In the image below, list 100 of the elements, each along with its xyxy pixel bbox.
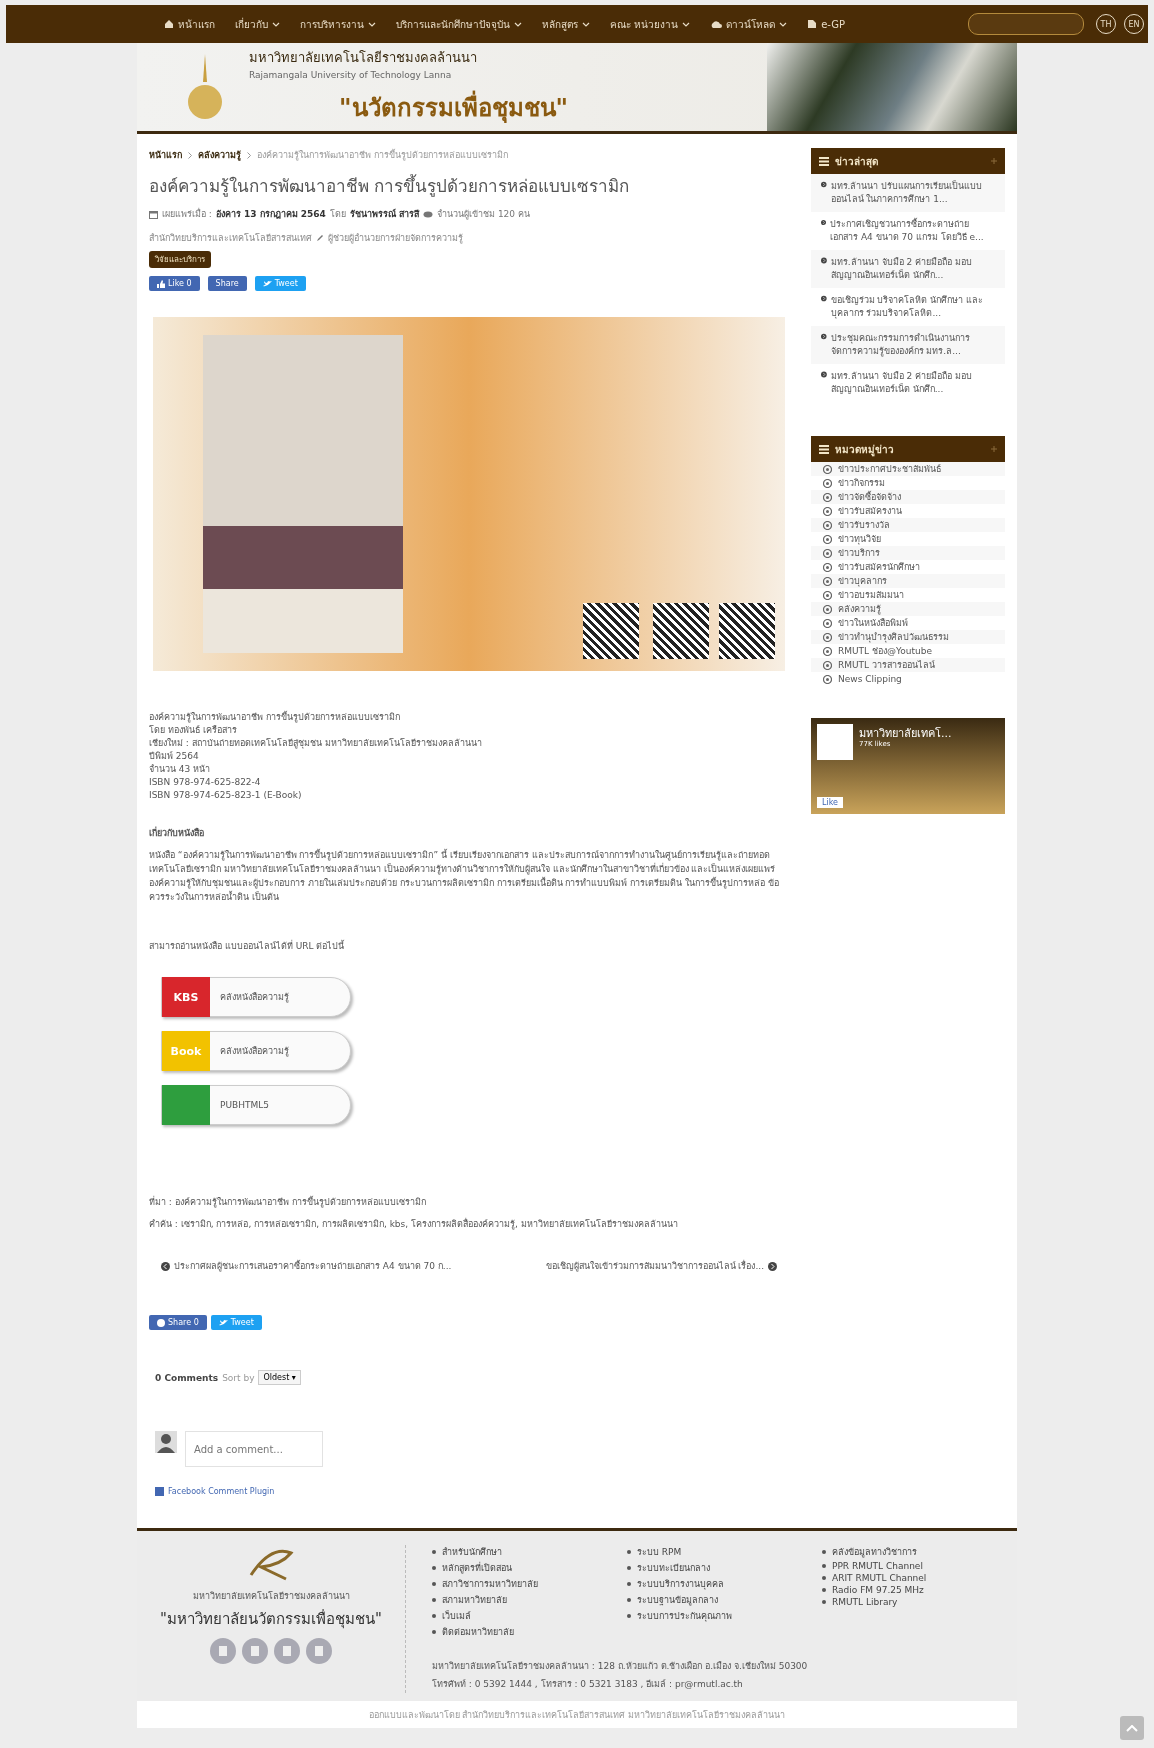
book-description: หนังสือ “องค์ความรู้ในการพัฒนาอาชีพ การขึ้นรูปด้วยการหล่อแบบเซรามิก” นี้ เรียบเรียงจากเอกสาร และประสบการณ์จากการทำงานในศูนย์การเรียนรู้และถ่ายทอดเทคโนโลยีเซรามิก มหาวิทยาลัยเทคโนโลยีราชมงคลล้านนา เป็นองค์ความรู้ทางด้านวิชาการให้กับผู้สนใจ และนักศึกษาในสาขาวิชาที่เกี่ยวข้อง และเป็นแหล่งเผยแพร่องค์ความรู้ให้กับชุมชนและผู้ประกอบการ ภายในเล่มประกอบด้วย กระบวนการผลิตเซรามิก การเตรียมเนื้อดิน การทำแบบพิมพ์ การเตรียมดิน ในการขึ้นรูปการหล่อ ข้อควรระวังในการหล่อน้ำดิน เป็นต้น <box>149 848 781 904</box>
footer-link[interactable]: ระบบ RPM <box>627 1545 822 1559</box>
collapse-icon <box>991 446 997 452</box>
thumbs-up-icon <box>157 279 165 288</box>
footer-link[interactable]: ติดต่อมหาวิทยาลัย <box>432 1625 627 1639</box>
footer-link[interactable]: PPR RMUTL Channel <box>822 1561 1017 1571</box>
footer-link[interactable]: ระบบฐานข้อมูลกลาง <box>627 1593 822 1607</box>
arrow-circle-icon <box>821 370 827 379</box>
nav-menu-item[interactable]: บริการและนักศึกษาปัจจุบัน <box>388 12 530 36</box>
ebook-link-button[interactable]: Book คลังหนังสือความรู้ <box>161 1031 351 1071</box>
bullet-icon <box>432 1566 436 1570</box>
grid-icon <box>819 444 829 454</box>
book-info-line: ISBN 978-974-625-823-1 (E-Book) <box>149 789 303 802</box>
target-icon <box>823 562 832 572</box>
next-post-link[interactable]: ขอเชิญผู้สนใจเข้าร่วมการสัมมนาวิชาการออนไลน์ เรื่อง... <box>545 1259 777 1273</box>
like-button[interactable]: Like <box>817 797 843 808</box>
category-link[interactable]: ข่าวทำนุบำรุงศิลปวัฒนธรรม <box>811 630 1005 644</box>
list-icon <box>819 156 829 166</box>
cloud-icon <box>710 19 723 29</box>
target-icon <box>823 478 832 488</box>
category-link[interactable]: ข่าวรับรางวัล <box>811 518 1005 532</box>
footer-university-name: มหาวิทยาลัยเทคโนโลยีราชมงคลล้านนา <box>192 1590 350 1603</box>
document-icon <box>807 19 818 29</box>
calendar-icon <box>149 209 158 219</box>
nav-menu-item[interactable]: e-GP <box>799 14 854 34</box>
target-icon <box>823 464 832 474</box>
breadcrumb-link[interactable]: คลังความรู้ <box>198 148 241 162</box>
nav-menu-item[interactable]: หน้าแรก <box>156 12 223 36</box>
nav-menu-item[interactable]: เกี่ยวกับ <box>227 12 288 36</box>
category-link[interactable]: ข่าวบุคลากร <box>811 574 1005 588</box>
keywords-text: คำค้น : เซรามิก, การหล่อ, การหล่อเซรามิก, การผลิตเซรามิก, kbs, โครงการผลิตสื่อองค์ความรู้, มหาวิทยาลัยเทคโนโลยีราชมงคลล้านนา <box>149 1217 679 1231</box>
published-label: เผยแพร่เมื่อ : <box>162 207 212 221</box>
bird-icon <box>218 1319 228 1326</box>
arrow-circle-icon <box>821 256 827 265</box>
footer-link[interactable]: คลังข้อมูลทางวิชาการ <box>822 1545 1017 1559</box>
nav-menu-item[interactable]: คณะ หน่วยงาน <box>602 12 699 36</box>
footer-link[interactable]: ระบบการประกันคุณภาพ <box>627 1609 822 1623</box>
read-online-text: สามารถอ่านหนังสือ แบบออนไลน์ได้ที่ URL ต่อไปนี้ <box>149 939 346 953</box>
footer-link[interactable]: ARIT RMUTL Channel <box>822 1573 1017 1583</box>
university-name-english: Rajamangala University of Technology Lanna <box>249 70 453 80</box>
search-field[interactable] <box>968 13 1084 35</box>
footer-link[interactable]: สำหรับนักศึกษา <box>432 1545 627 1559</box>
breadcrumb-link[interactable]: หน้าแรก <box>149 148 182 162</box>
author-position: ผู้ช่วยผู้อำนวยการฝ่ายจัดการความรู้ <box>328 232 463 245</box>
breadcrumb-current: องค์ความรู้ในการพัฒนาอาชีพ การขึ้นรูปด้วยการหล่อแบบเซรามิก <box>257 148 508 162</box>
footer-link[interactable]: ระบบบริการงานบุคคล <box>627 1577 822 1591</box>
scroll-to-top-button[interactable] <box>1120 1716 1144 1740</box>
chevron-up-icon <box>1126 1724 1138 1732</box>
ebook-logo-icon: Book <box>162 1031 210 1071</box>
ebook-link-button[interactable]: KBS คลังหนังสือความรู้ <box>161 977 351 1017</box>
share-button[interactable]: Share <box>207 276 247 291</box>
bullet-icon <box>432 1582 436 1586</box>
footer-slogan: "มหาวิทยาลัยนวัตกรรมเพื่อชุมชน" <box>160 1608 382 1631</box>
category-link[interactable]: RMUTL วารสารออนไลน์ <box>811 658 1005 672</box>
news-link[interactable]: ประชุมคณะกรรมการดำเนินงานการจัดการความรู้ขององค์กร มทร.ล... <box>811 326 1005 364</box>
arrow-circle-icon <box>821 218 827 227</box>
publish-date: อังคาร 13 กรกฎาคม 2564 <box>215 208 326 221</box>
like-button[interactable]: Like 0 <box>149 276 200 291</box>
bullet-icon <box>432 1598 436 1602</box>
footer-link[interactable]: หลักสูตรที่เปิดสอน <box>432 1561 627 1575</box>
comment-count: 0 Comments <box>155 1372 219 1383</box>
category-link[interactable]: ข่าวประกาศประชาสัมพันธ์ <box>811 462 1005 476</box>
author-name: รัชนาพรรณ์ สารสี <box>349 207 420 221</box>
nav-menu-item[interactable]: การบริหารงาน <box>292 12 384 36</box>
footer-link[interactable]: สภามหาวิทยาลัย <box>432 1593 627 1607</box>
bullet-icon <box>822 1576 826 1580</box>
footer-link[interactable]: สภาวิชาการมหาวิทยาลัย <box>432 1577 627 1591</box>
comment-plugin-link[interactable]: Facebook Comment Plugin <box>168 1487 275 1496</box>
target-icon <box>823 492 832 502</box>
target-icon <box>823 618 832 628</box>
caret-icon <box>272 21 280 27</box>
sort-label: Sort by <box>222 1372 255 1383</box>
target-icon <box>823 674 832 684</box>
nav-menu-item[interactable]: ดาวน์โหลด <box>702 12 796 36</box>
previous-post-link[interactable]: ประกาศผลผู้ชนะการเสนอราคาซื้อกระดาษถ่ายเอกสาร A4 ขนาด 70 ก... <box>161 1259 452 1273</box>
collapse-icon <box>991 158 997 164</box>
arrow-circle-icon <box>821 180 827 189</box>
footer-link[interactable]: เว็บเมล์ <box>432 1609 627 1623</box>
footer-link[interactable]: ระบบทะเบียนกลาง <box>627 1561 822 1575</box>
news-link[interactable]: มทร.ล้านนา ปรับแผนการเรียนเป็นแบบออนไลน์ ในภาคการศึกษา 1... <box>811 174 1005 212</box>
sort-dropdown[interactable]: Oldest ▾ <box>258 1370 301 1385</box>
ebook-link-button[interactable]: PUBHTML5 <box>161 1085 351 1125</box>
bullet-icon <box>822 1550 826 1554</box>
footer-link[interactable]: RMUTL Library <box>822 1597 1017 1607</box>
comment-input-field[interactable]: Add a comment... <box>185 1431 323 1467</box>
category-link[interactable]: คลังความรู้ <box>811 602 1005 616</box>
section-heading: เกี่ยวกับหนังสือ <box>149 826 205 840</box>
footer-link[interactable]: Radio FM 97.25 MHz <box>822 1585 1017 1595</box>
category-link[interactable]: ข่าวบริการ <box>811 546 1005 560</box>
category-tag[interactable]: วิจัยและบริการ <box>149 251 211 268</box>
bullet-icon <box>432 1614 436 1618</box>
facebook-page-name[interactable]: มหาวิทยาลัยเทคโ... <box>859 724 952 742</box>
bullet-icon <box>627 1614 631 1618</box>
footer-contact: โทรศัพท์ : 0 5392 1444 , โทรสาร : 0 5321 3183 , อีเมล์ : pr@rmutl.ac.th <box>432 1678 744 1691</box>
category-link[interactable]: ข่าวจัดซื้อจัดจ้าง <box>811 490 1005 504</box>
source-text: ที่มา : องค์ความรู้ในการพัฒนาอาชีพ การขึ้นรูปด้วยการหล่อแบบเซรามิก <box>149 1195 427 1209</box>
share-button[interactable]: Share 0 <box>149 1315 207 1330</box>
nav-menu-item[interactable]: หลักสูตร <box>534 12 598 36</box>
target-icon <box>823 660 832 670</box>
news-link[interactable]: มทร.ล้านนา จับมือ 2 ค่ายมือถือ มอบสัญญาณอินเทอร์เน็ต นักศึก... <box>811 250 1005 288</box>
